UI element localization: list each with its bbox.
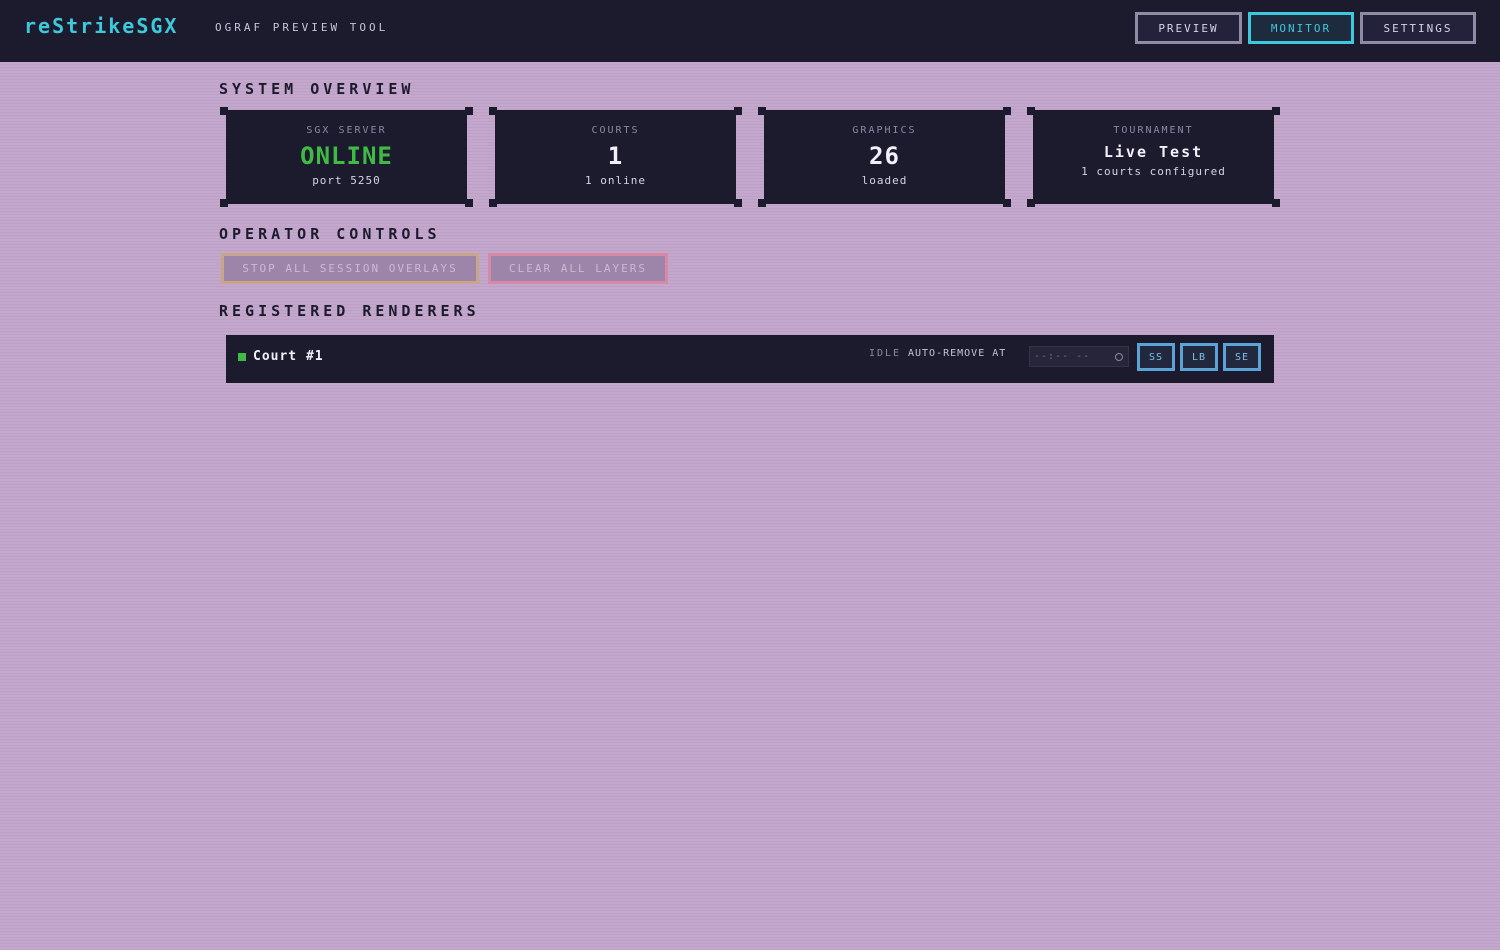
registered-renderers-title: REGISTERED RENDERERS bbox=[219, 302, 480, 320]
status-indicator-icon bbox=[238, 353, 246, 361]
se-button[interactable]: SE bbox=[1223, 343, 1261, 371]
clear-all-layers-button[interactable]: CLEAR ALL LAYERS bbox=[488, 253, 668, 284]
renderer-state: IDLE bbox=[869, 348, 902, 359]
renderer-actions: SS LB SE bbox=[1137, 343, 1261, 371]
auto-remove-time-input[interactable] bbox=[1029, 346, 1129, 367]
brand-logo[interactable]: reStrikeSGX bbox=[24, 14, 178, 38]
tournament-name: Live Test bbox=[1103, 143, 1204, 161]
graphics-loaded: loaded bbox=[861, 174, 908, 187]
tournament-courts: 1 courts configured bbox=[1081, 165, 1226, 178]
renderer-name: Court #1 bbox=[253, 349, 324, 364]
courts-count: 1 bbox=[607, 142, 624, 170]
clock-icon[interactable] bbox=[1115, 353, 1123, 361]
card-label: COURTS bbox=[591, 125, 640, 136]
tournament-card: TOURNAMENT Live Test 1 courts configured bbox=[1027, 107, 1280, 207]
server-port: port 5250 bbox=[312, 174, 381, 187]
server-status-value: ONLINE bbox=[300, 142, 393, 170]
operator-controls-title: OPERATOR CONTROLS bbox=[219, 225, 441, 243]
card-label: GRAPHICS bbox=[852, 125, 917, 136]
sgx-server-card: SGX SERVER ONLINE port 5250 bbox=[220, 107, 473, 207]
nav-monitor-button[interactable]: MONITOR bbox=[1248, 12, 1354, 44]
nav-preview-button[interactable]: PREVIEW bbox=[1135, 12, 1242, 44]
graphics-count: 26 bbox=[869, 142, 900, 170]
nav-settings-button[interactable]: SETTINGS bbox=[1360, 12, 1476, 44]
ss-button[interactable]: SS bbox=[1137, 343, 1175, 371]
overview-cards: SGX SERVER ONLINE port 5250 COURTS 1 1 o… bbox=[220, 107, 1280, 207]
lb-button[interactable]: LB bbox=[1180, 343, 1218, 371]
stop-all-overlays-button[interactable]: STOP ALL SESSION OVERLAYS bbox=[221, 253, 479, 284]
system-overview-title: SYSTEM OVERVIEW bbox=[219, 80, 415, 98]
card-label: TOURNAMENT bbox=[1113, 125, 1194, 136]
main-nav: PREVIEW MONITOR SETTINGS bbox=[1135, 12, 1476, 44]
courts-card: COURTS 1 1 online bbox=[489, 107, 742, 207]
courts-online: 1 online bbox=[585, 174, 646, 187]
auto-remove-label: AUTO-REMOVE AT bbox=[908, 348, 1007, 359]
app-subtitle: OGRAF PREVIEW TOOL bbox=[215, 21, 389, 34]
top-bar: reStrikeSGX OGRAF PREVIEW TOOL PREVIEW M… bbox=[0, 0, 1500, 62]
renderer-row: Court #1 IDLE AUTO-REMOVE AT SS LB SE bbox=[226, 335, 1274, 383]
card-label: SGX SERVER bbox=[306, 125, 387, 136]
operator-controls: STOP ALL SESSION OVERLAYS CLEAR ALL LAYE… bbox=[221, 253, 668, 284]
graphics-card: GRAPHICS 26 loaded bbox=[758, 107, 1011, 207]
